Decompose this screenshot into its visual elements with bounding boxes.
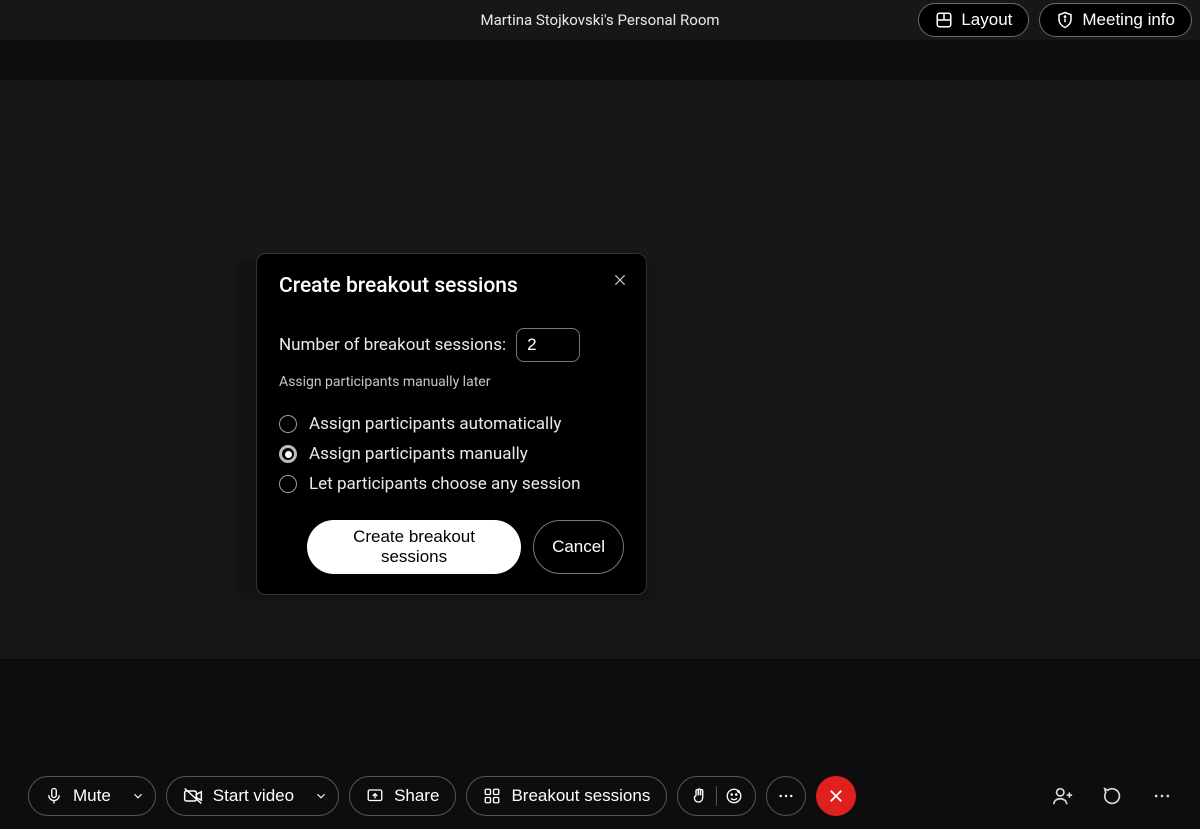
participants-button[interactable] — [1052, 785, 1074, 807]
radio-icon — [279, 415, 297, 433]
dialog-title: Create breakout sessions — [279, 274, 624, 298]
mute-label: Mute — [73, 786, 111, 806]
assign-radio-group: Assign participants automatically Assign… — [279, 414, 624, 494]
cancel-button[interactable]: Cancel — [533, 520, 624, 574]
dialog-actions: Create breakout sessions Cancel — [279, 520, 624, 574]
radio-icon — [279, 445, 297, 463]
participants-icon — [1052, 785, 1074, 807]
layout-label: Layout — [961, 10, 1012, 30]
share-label: Share — [394, 786, 439, 806]
top-bar: Martina Stojkovski's Personal Room Layou… — [0, 0, 1200, 40]
close-button[interactable] — [608, 268, 632, 292]
divider — [716, 786, 717, 806]
emoji-icon — [725, 787, 743, 805]
create-button[interactable]: Create breakout sessions — [307, 520, 521, 574]
radio-label: Let participants choose any session — [309, 474, 581, 494]
chat-icon — [1102, 785, 1124, 807]
more-horizontal-icon — [777, 787, 795, 805]
radio-icon — [279, 475, 297, 493]
assign-hint: Assign participants manually later — [279, 374, 624, 390]
chat-button[interactable] — [1102, 785, 1124, 807]
radio-assign-auto[interactable]: Assign participants automatically — [279, 414, 624, 434]
radio-choose-any[interactable]: Let participants choose any session — [279, 474, 624, 494]
right-icons — [1052, 785, 1172, 807]
session-count-label: Number of breakout sessions: — [279, 335, 506, 355]
breakout-label: Breakout sessions — [511, 786, 650, 806]
share-button[interactable]: Share — [349, 776, 456, 816]
reactions-button[interactable] — [677, 776, 756, 816]
create-breakout-dialog: Create breakout sessions Number of break… — [256, 253, 647, 595]
meeting-info-button[interactable]: Meeting info — [1039, 3, 1192, 37]
breakout-sessions-button[interactable]: Breakout sessions — [466, 776, 667, 816]
session-count-row: Number of breakout sessions: — [279, 328, 624, 362]
video-off-icon — [183, 786, 203, 806]
chevron-down-icon — [314, 789, 328, 803]
close-icon — [827, 787, 845, 805]
chevron-down-icon — [131, 789, 145, 803]
microphone-icon — [45, 787, 63, 805]
start-video-label: Start video — [213, 786, 294, 806]
session-count-input[interactable] — [516, 328, 580, 362]
close-icon — [613, 273, 627, 287]
mute-button[interactable]: Mute — [28, 776, 156, 816]
shield-info-icon — [1056, 11, 1074, 29]
end-call-button[interactable] — [816, 776, 856, 816]
share-screen-icon — [366, 787, 384, 805]
meeting-info-label: Meeting info — [1082, 10, 1175, 30]
radio-label: Assign participants manually — [309, 444, 528, 464]
grid-icon — [935, 11, 953, 29]
raise-hand-icon — [690, 787, 708, 805]
start-video-button[interactable]: Start video — [166, 776, 339, 816]
radio-assign-manual[interactable]: Assign participants manually — [279, 444, 624, 464]
layout-button[interactable]: Layout — [918, 3, 1029, 37]
panel-options-button[interactable] — [1152, 786, 1172, 806]
more-horizontal-icon — [1152, 786, 1172, 806]
breakout-icon — [483, 787, 501, 805]
radio-label: Assign participants automatically — [309, 414, 561, 434]
top-bar-right: Layout Meeting info — [918, 3, 1192, 37]
bottom-toolbar: Mute Start video Share Breakout sessions — [0, 773, 1200, 829]
more-options-button[interactable] — [766, 776, 806, 816]
